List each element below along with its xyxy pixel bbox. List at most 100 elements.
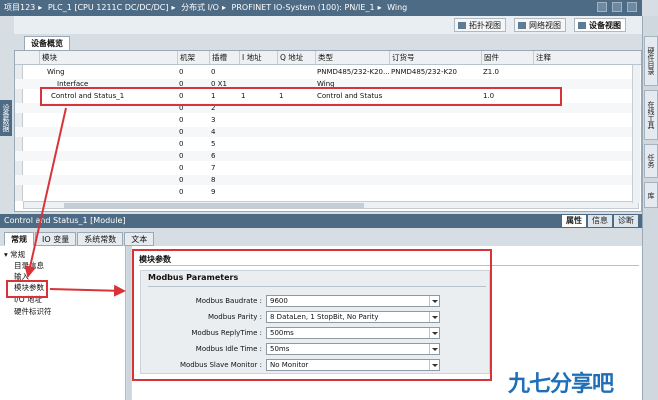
device-view-button[interactable]: 设备视图	[574, 18, 626, 32]
table-row[interactable]: Wing 0 0 PNMD485/232-K20... PNMD485/232-K20 Z…	[15, 67, 641, 77]
table-row[interactable]: 04	[15, 127, 641, 137]
diagnostics-tab[interactable]: 诊断	[614, 215, 638, 227]
nav-catalog-info[interactable]: 目录信息	[14, 261, 44, 271]
cell-fw	[483, 139, 533, 149]
cell-type	[317, 115, 389, 125]
cell-rack: 0	[179, 128, 184, 136]
cell-rack: 0	[179, 68, 184, 76]
breadcrumb-sep: ▸	[38, 3, 43, 12]
cell-q	[279, 67, 315, 77]
cell-module	[41, 187, 177, 197]
cell-rack: 0	[179, 188, 184, 196]
col-slot[interactable]: 插槽	[209, 51, 239, 64]
cell-i	[241, 127, 277, 137]
col-order-number[interactable]: 订货号	[389, 51, 481, 64]
cell-q	[279, 139, 315, 149]
cell-order	[391, 175, 481, 185]
table-header: 模块 机架 插槽 I 地址 Q 地址 类型 订货号 固件 注释	[15, 51, 641, 65]
tab-hardware-catalog[interactable]: 硬件目录	[644, 36, 658, 86]
minimize-icon[interactable]	[597, 2, 607, 12]
close-icon[interactable]	[627, 2, 637, 12]
topology-view-button[interactable]: 拓扑视图	[454, 18, 506, 32]
cell-fw	[483, 115, 533, 125]
tab-general[interactable]: 常规	[4, 232, 34, 246]
cell-rack: 0	[179, 140, 184, 148]
device-icon	[578, 22, 586, 29]
col-type[interactable]: 类型	[315, 51, 389, 64]
restore-icon[interactable]	[612, 2, 622, 12]
cell-order	[391, 151, 481, 161]
cell-type	[317, 151, 389, 161]
cell-q	[279, 151, 315, 161]
tab-tasks[interactable]: 任务	[644, 144, 658, 178]
table-row[interactable]: 07	[15, 163, 641, 173]
tab-io-tags[interactable]: IO 变量	[35, 232, 77, 246]
tab-online-tools[interactable]: 在线工具	[644, 90, 658, 140]
cell-type	[317, 187, 389, 197]
parameters-highlight	[132, 249, 492, 381]
cell-module	[41, 151, 177, 161]
tab-system-constants[interactable]: 系统常数	[77, 232, 124, 246]
cell-fw	[483, 127, 533, 137]
cell-i	[241, 175, 277, 185]
tab-libraries[interactable]: 库	[644, 182, 658, 208]
inspector-tabs: 常规 IO 变量 系统常数 文本	[4, 232, 155, 246]
selected-row-highlight	[40, 87, 562, 106]
vertical-scrollbar[interactable]	[632, 65, 640, 203]
table-row[interactable]: 05	[15, 139, 641, 149]
cell-type	[317, 163, 389, 173]
left-device-data-tab[interactable]: 设备数据	[0, 100, 12, 136]
col-firmware[interactable]: 固件	[481, 51, 533, 64]
cell-q	[279, 127, 315, 137]
cell-module	[41, 175, 177, 185]
properties-tab[interactable]: 属性	[562, 215, 586, 227]
cell-order	[391, 163, 481, 173]
breadcrumb-device[interactable]: Wing	[387, 3, 407, 12]
panel-splitter[interactable]	[127, 246, 131, 400]
device-overview-table: 模块 机架 插槽 I 地址 Q 地址 类型 订货号 固件 注释 Wing 0 0 PN…	[14, 50, 642, 212]
nav-general[interactable]: ▾ 常规	[4, 250, 25, 260]
table-row[interactable]: 09	[15, 187, 641, 197]
info-tab[interactable]: 信息	[588, 215, 612, 227]
horizontal-scrollbar[interactable]	[23, 201, 639, 209]
network-view-button[interactable]: 网络视图	[514, 18, 566, 32]
breadcrumb-plc[interactable]: PLC_1 [CPU 1211C DC/DC/DC]	[48, 3, 169, 12]
table-row[interactable]: 08	[15, 175, 641, 185]
table-row[interactable]: 06	[15, 151, 641, 161]
view-toolbar: 拓扑视图 网络视图 设备视图	[14, 16, 642, 34]
cell-module	[41, 127, 177, 137]
cell-module: Wing	[47, 68, 65, 76]
cell-module	[41, 139, 177, 149]
cell-i	[241, 115, 277, 125]
tab-texts[interactable]: 文本	[124, 232, 155, 246]
col-q-address[interactable]: Q 地址	[277, 51, 315, 64]
cell-i	[241, 187, 277, 197]
cell-slot: 6	[211, 152, 216, 160]
cell-q	[279, 187, 315, 197]
cell-order: PNMD485/232-K20	[391, 68, 457, 76]
cell-type: PNMD485/232-K20...	[317, 68, 389, 76]
table-row[interactable]: 03	[15, 115, 641, 125]
cell-i	[241, 151, 277, 161]
breadcrumb-project[interactable]: 项目123	[4, 3, 35, 12]
breadcrumb-dio[interactable]: 分布式 I/O	[181, 3, 219, 12]
breadcrumb-sep: ▸	[221, 3, 226, 12]
cell-i	[241, 139, 277, 149]
cell-i	[241, 163, 277, 173]
task-cards: 硬件目录 在线工具 任务 库	[642, 16, 658, 400]
breadcrumb-network[interactable]: PROFINET IO-System (100): PN/IE_1	[232, 3, 375, 12]
scroll-thumb[interactable]	[64, 203, 364, 208]
network-icon	[518, 22, 526, 29]
inspector-title: Control and Status_1 [Module]	[0, 214, 642, 228]
col-module[interactable]: 模块	[39, 51, 177, 64]
cell-rack: 0	[179, 152, 184, 160]
nav-hardware-id[interactable]: 硬件标识符	[14, 307, 52, 317]
device-overview-tab[interactable]: 设备概览	[24, 36, 70, 50]
col-i-address[interactable]: I 地址	[239, 51, 277, 64]
col-comment[interactable]: 注释	[533, 51, 633, 64]
cell-q	[279, 175, 315, 185]
cell-order	[391, 139, 481, 149]
col-rack[interactable]: 机架	[177, 51, 209, 64]
cell-order	[391, 187, 481, 197]
cell-fw	[483, 163, 533, 173]
